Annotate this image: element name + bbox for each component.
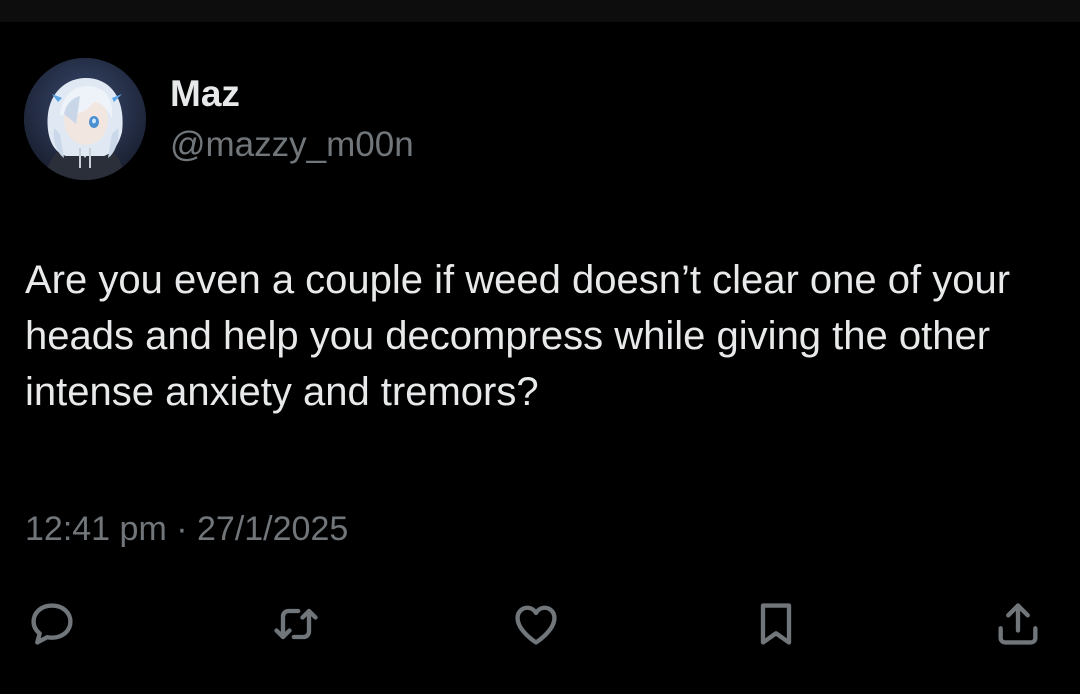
action-bar [0,594,1080,654]
tweet-card: Maz @mazzy_m00n Are you even a couple if… [0,22,1080,694]
reply-button[interactable] [22,594,82,654]
tweet-text: Are you even a couple if weed doesn’t cl… [25,258,1011,414]
like-button[interactable] [506,594,566,654]
user-handle[interactable]: @mazzy_m00n [170,124,414,166]
retweet-icon [274,608,318,640]
bookmark-icon [760,603,792,645]
status-strip [0,0,1080,22]
anime-avatar-image [24,58,146,180]
speech-bubble-icon [31,603,73,645]
bookmark-button[interactable] [746,594,806,654]
meta-separator: · [176,510,188,548]
tweet-date[interactable]: 27/1/2025 [197,510,348,548]
share-button[interactable] [988,594,1048,654]
retweet-button[interactable] [266,594,326,654]
avatar[interactable] [24,58,146,180]
tweet-meta: 12:41 pm · 27/1/2025 [25,508,348,550]
share-icon [998,603,1038,645]
display-name[interactable]: Maz [170,72,240,116]
heart-icon [515,605,557,645]
tweet-time[interactable]: 12:41 pm [25,510,167,548]
